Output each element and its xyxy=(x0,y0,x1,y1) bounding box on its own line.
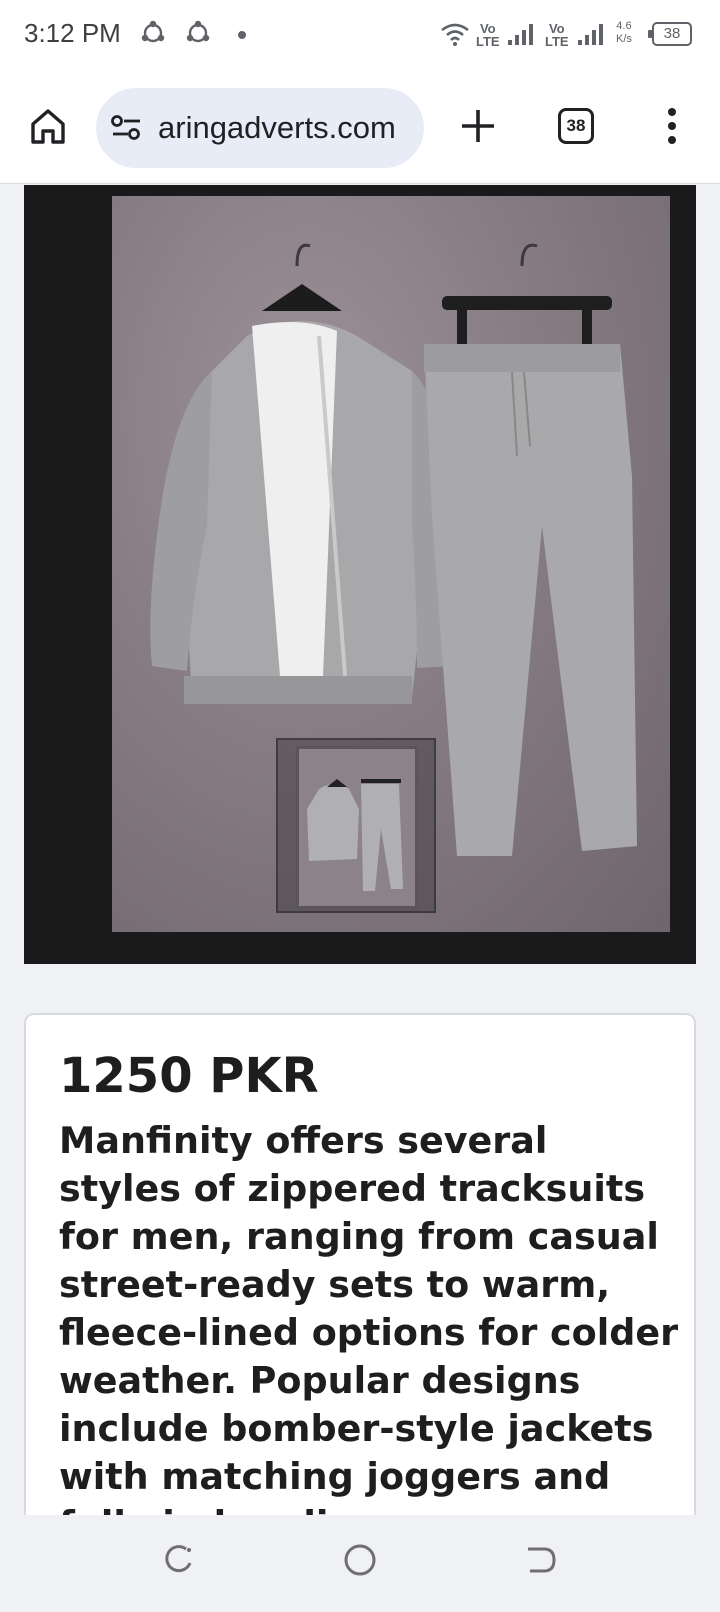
signal-icon xyxy=(508,24,534,50)
system-nav-bar xyxy=(0,1515,720,1612)
url-text[interactable]: aringadverts.com xyxy=(158,110,418,146)
sync-icon xyxy=(140,20,166,50)
screen: 3:12 PM Vo LTE Vo LTE 4.6 K/s 38 aringad… xyxy=(0,0,720,1612)
product-image[interactable] xyxy=(24,185,696,964)
circle-home-icon xyxy=(344,1544,376,1576)
status-bar: 3:12 PM Vo LTE Vo LTE 4.6 K/s 38 xyxy=(0,0,720,72)
recents-button[interactable] xyxy=(160,1541,198,1583)
network-speed: 4.6 K/s xyxy=(616,20,632,45)
page-content[interactable]: 1250 PKR Manfinity offers several styles… xyxy=(0,185,720,1515)
sync-icon xyxy=(185,20,211,50)
home-nav-button[interactable] xyxy=(341,1541,379,1583)
volte-label: Vo LTE xyxy=(476,21,500,49)
plus-icon xyxy=(462,110,494,142)
back-button[interactable] xyxy=(522,1541,560,1583)
product-description: Manfinity offers several styles of zippe… xyxy=(59,1119,679,1515)
browser-toolbar: aringadverts.com 38 xyxy=(0,72,720,184)
more-menu-button[interactable] xyxy=(660,102,684,150)
address-bar[interactable]: aringadverts.com xyxy=(96,88,424,168)
image-thumbnail[interactable] xyxy=(276,738,436,913)
tune-icon[interactable] xyxy=(110,114,144,146)
tab-switcher-button[interactable]: 38 xyxy=(558,108,594,144)
product-price: 1250 PKR xyxy=(59,1048,319,1104)
back-icon xyxy=(528,1547,556,1573)
notification-dot-icon xyxy=(238,31,246,39)
status-time: 3:12 PM xyxy=(24,18,121,48)
battery-icon: 38 xyxy=(652,22,692,46)
product-card: 1250 PKR Manfinity offers several styles… xyxy=(24,1013,696,1515)
home-icon xyxy=(31,109,65,144)
recents-icon xyxy=(165,1545,192,1573)
home-button[interactable] xyxy=(24,102,72,150)
wifi-icon xyxy=(440,22,470,50)
signal-icon xyxy=(578,24,604,50)
new-tab-button[interactable] xyxy=(454,102,502,150)
more-vert-icon xyxy=(668,108,676,144)
thumbnail-frame xyxy=(296,746,418,909)
volte-label: Vo LTE xyxy=(545,21,569,49)
